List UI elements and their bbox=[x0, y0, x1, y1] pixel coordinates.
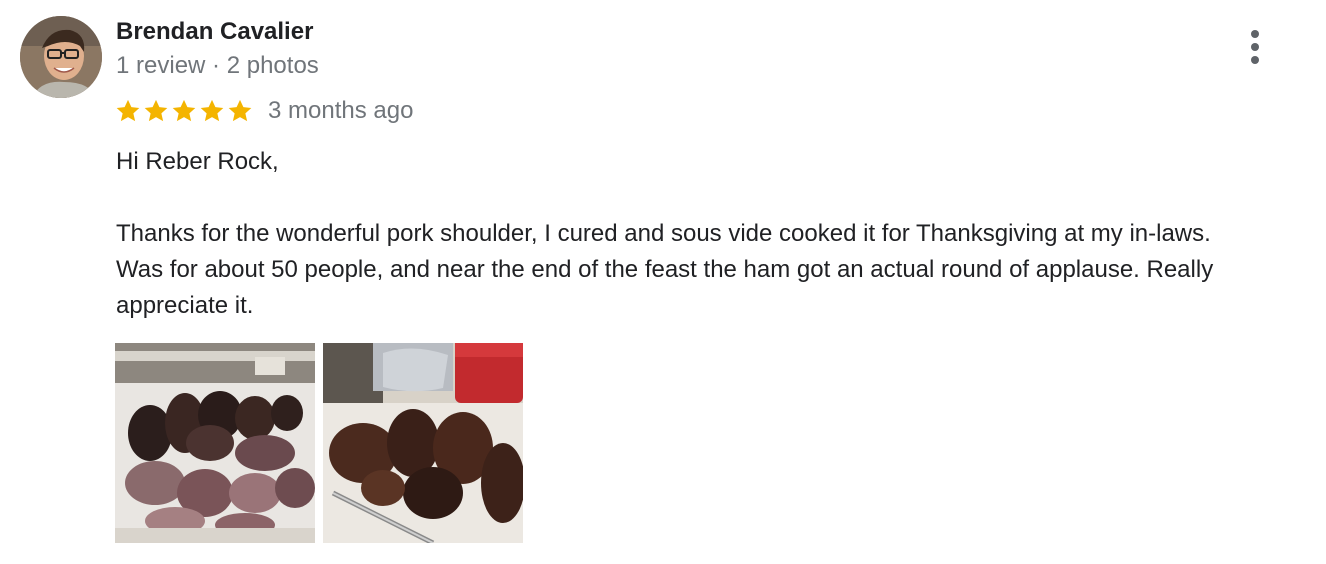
author-meta: 1 review · 2 photos bbox=[116, 52, 319, 80]
rating-row: 3 months ago bbox=[114, 94, 413, 128]
review-card: Brendan Cavalier 1 review · 2 photos 3 m… bbox=[0, 0, 1326, 564]
review-line: Was for about 50 people, and near the en… bbox=[116, 256, 1214, 283]
more-options-button[interactable] bbox=[1236, 26, 1274, 68]
food-photo-ham-pieces bbox=[323, 343, 523, 543]
star-icon bbox=[228, 99, 252, 122]
review-text: Hi Reber Rock, Thanks for the wonderful … bbox=[116, 144, 1316, 324]
review-time: 3 months ago bbox=[268, 97, 414, 124]
star-icon bbox=[200, 99, 224, 122]
avatar-image bbox=[20, 16, 102, 98]
photo-count: 2 photos bbox=[226, 52, 319, 79]
review-greeting: Hi Reber Rock, bbox=[116, 148, 279, 175]
meta-separator: · bbox=[212, 52, 221, 79]
review-photo-2[interactable] bbox=[323, 343, 523, 543]
star-rating bbox=[114, 97, 254, 125]
author-avatar[interactable] bbox=[20, 16, 102, 98]
review-photos bbox=[115, 343, 523, 543]
food-photo-sliced-meat bbox=[115, 343, 315, 543]
review-photo-1[interactable] bbox=[115, 343, 315, 543]
author-name[interactable]: Brendan Cavalier bbox=[116, 18, 313, 46]
review-line: Thanks for the wonderful pork shoulder, … bbox=[116, 220, 1211, 247]
review-count: 1 review bbox=[116, 52, 206, 79]
star-icon bbox=[144, 99, 168, 122]
star-icon bbox=[116, 99, 140, 122]
review-line: appreciate it. bbox=[116, 292, 254, 319]
star-icon bbox=[172, 99, 196, 122]
